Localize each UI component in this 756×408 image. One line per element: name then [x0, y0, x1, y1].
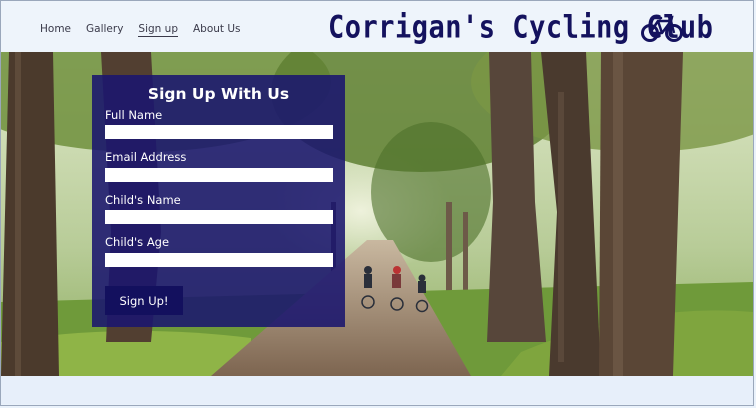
bicycle-icon [641, 15, 683, 42]
email-address-label: Email Address [105, 150, 187, 164]
sign-up-button[interactable]: Sign Up! [105, 286, 183, 315]
nav-sign-up[interactable]: Sign up [138, 23, 178, 37]
main-nav: Home Gallery Sign up About Us [40, 23, 256, 37]
email-address-input[interactable] [105, 168, 333, 182]
childs-age-input[interactable] [105, 253, 333, 267]
childs-age-label: Child's Age [105, 235, 170, 249]
signup-form: Sign Up With Us Full Name Email Address … [92, 75, 345, 327]
form-title: Sign Up With Us [147, 85, 290, 103]
full-name-label: Full Name [105, 108, 163, 122]
nav-home[interactable]: Home [40, 23, 71, 37]
nav-about-us[interactable]: About Us [193, 23, 241, 37]
childs-name-label: Child's Name [105, 193, 181, 207]
childs-name-input[interactable] [105, 210, 333, 224]
footer-bar [1, 376, 753, 404]
nav-gallery[interactable]: Gallery [86, 23, 123, 37]
header: Home Gallery Sign up About Us Corrigan's… [1, 1, 753, 52]
full-name-input[interactable] [105, 125, 333, 139]
